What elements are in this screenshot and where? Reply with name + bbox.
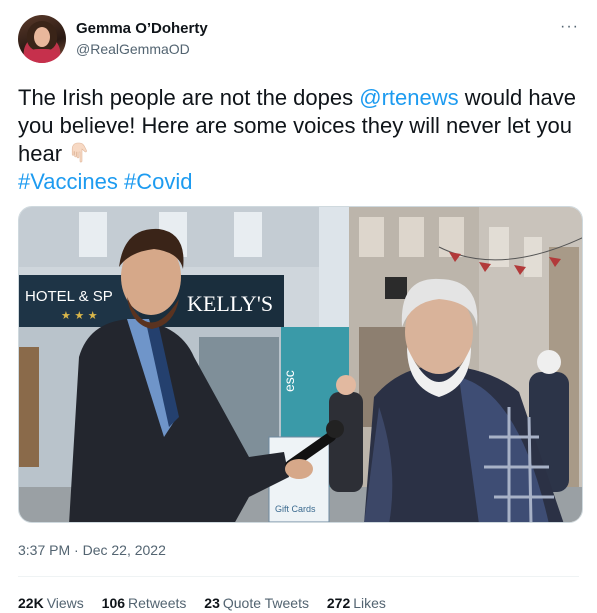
stats-divider xyxy=(18,576,579,577)
author-display-name[interactable]: Gemma O’Doherty xyxy=(76,20,208,37)
more-options-icon[interactable]: ··· xyxy=(560,18,579,36)
quote-tweets-label: Quote Tweets xyxy=(222,595,309,611)
likes-stat[interactable]: 272 Likes xyxy=(327,595,386,611)
hashtag-vaccines-link[interactable]: #Vaccines xyxy=(18,169,118,194)
author-handle[interactable]: @RealGemmaOD xyxy=(76,41,190,57)
tweet: Gemma O’Doherty @RealGemmaOD ··· The Iri… xyxy=(0,0,597,613)
hotel-sign-text: HOTEL & SP xyxy=(25,288,113,305)
quote-tweets-stat[interactable]: 23 Quote Tweets xyxy=(204,595,309,611)
retweets-label: Retweets xyxy=(128,595,187,611)
retweets-stat[interactable]: 106 Retweets xyxy=(102,595,187,611)
retweets-count: 106 xyxy=(101,595,126,611)
avatar-face xyxy=(34,27,50,47)
engagement-stats: 22K Views 106 Retweets 23 Quote Tweets 272 L… xyxy=(18,595,400,611)
kellys-sign-text: KELLY'S xyxy=(187,291,273,316)
tweet-text: The Irish people are not the dopes @rten… xyxy=(18,84,588,196)
tweet-text-part1: The Irish people are not the dopes xyxy=(18,85,360,110)
video-still-image: HOTEL & SP ★ ★ ★ KELLY'S esc Gift Cards xyxy=(19,207,582,522)
likes-label: Likes xyxy=(353,595,386,611)
avatar-shirt xyxy=(24,49,60,63)
tweet-timestamp[interactable]: 3:37 PM · Dec 22, 2022 xyxy=(18,542,166,558)
hashtag-covid-link[interactable]: #Covid xyxy=(124,169,192,194)
mention-link[interactable]: @rtenews xyxy=(359,85,458,110)
quote-tweets-count: 23 xyxy=(204,595,220,611)
svg-text:★ ★ ★: ★ ★ ★ xyxy=(61,309,98,322)
gift-cards-text: Gift Cards xyxy=(275,504,316,514)
tweet-video[interactable]: HOTEL & SP ★ ★ ★ KELLY'S esc Gift Cards xyxy=(18,206,583,523)
views-label: Views xyxy=(46,595,84,611)
likes-count: 272 xyxy=(326,595,351,611)
views-stat[interactable]: 22K Views xyxy=(18,595,84,611)
pointing-down-emoji-icon xyxy=(68,142,90,164)
esc-sign-text: esc xyxy=(281,370,297,392)
views-count: 22K xyxy=(18,595,44,611)
author-avatar[interactable] xyxy=(18,15,66,63)
